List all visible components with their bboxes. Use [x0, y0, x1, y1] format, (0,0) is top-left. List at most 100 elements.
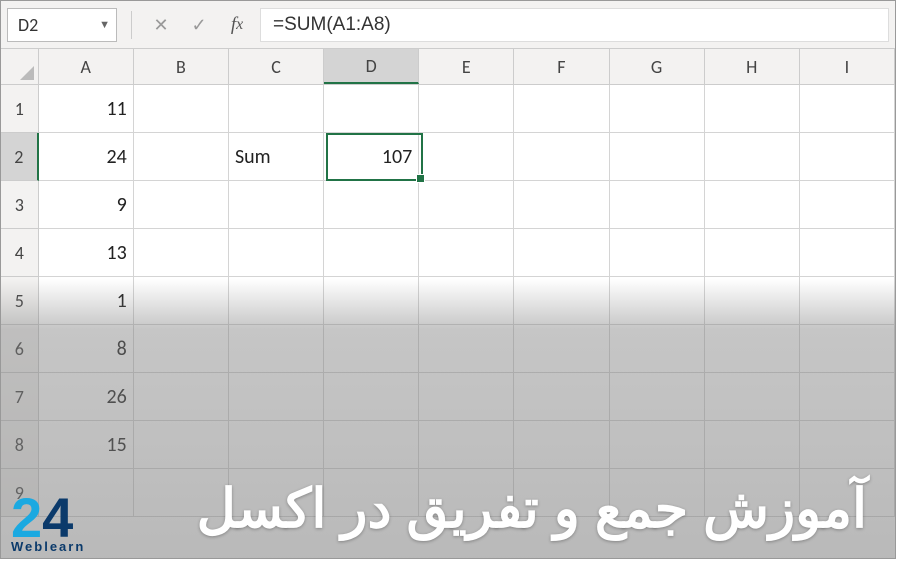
cell-E9[interactable] [419, 469, 514, 517]
cell-E8[interactable] [419, 421, 514, 469]
cell-B4[interactable] [134, 229, 229, 277]
cell-I4[interactable] [800, 229, 895, 277]
cell-B5[interactable] [134, 277, 229, 325]
cell-D3[interactable] [324, 181, 419, 229]
cell-G9[interactable] [610, 469, 705, 517]
row-header-9[interactable]: 9 [1, 469, 39, 517]
cell-D4[interactable] [324, 229, 419, 277]
cell-D1[interactable] [324, 85, 419, 133]
cell-E1[interactable] [419, 85, 514, 133]
cell-H4[interactable] [705, 229, 800, 277]
cell-H5[interactable] [705, 277, 800, 325]
cell-H1[interactable] [705, 85, 800, 133]
cell-G1[interactable] [610, 85, 705, 133]
cancel-icon[interactable]: ✕ [146, 10, 176, 40]
cell-F9[interactable] [514, 469, 609, 517]
cell-B2[interactable] [134, 133, 229, 181]
cell-B1[interactable] [134, 85, 229, 133]
cell-G3[interactable] [610, 181, 705, 229]
cell-B8[interactable] [134, 421, 229, 469]
cell-H7[interactable] [705, 373, 800, 421]
cell-D7[interactable] [324, 373, 419, 421]
cell-H2[interactable] [705, 133, 800, 181]
col-header-H[interactable]: H [705, 49, 800, 84]
insert-function-icon[interactable]: fx [222, 10, 252, 40]
cell-A4[interactable]: 13 [39, 229, 134, 277]
cell-I5[interactable] [800, 277, 895, 325]
cell-C6[interactable] [229, 325, 324, 373]
cell-F2[interactable] [514, 133, 609, 181]
cell-I3[interactable] [800, 181, 895, 229]
cell-F5[interactable] [514, 277, 609, 325]
cell-H8[interactable] [705, 421, 800, 469]
cell-C8[interactable] [229, 421, 324, 469]
formula-input[interactable] [273, 14, 876, 36]
row-header-5[interactable]: 5 [1, 277, 39, 325]
cell-C5[interactable] [229, 277, 324, 325]
cell-F3[interactable] [514, 181, 609, 229]
col-header-A[interactable]: A [39, 49, 134, 84]
col-header-B[interactable]: B [134, 49, 229, 84]
cell-I7[interactable] [800, 373, 895, 421]
cell-I1[interactable] [800, 85, 895, 133]
enter-icon[interactable]: ✓ [184, 10, 214, 40]
row-header-8[interactable]: 8 [1, 421, 39, 469]
cell-F4[interactable] [514, 229, 609, 277]
cell-F7[interactable] [514, 373, 609, 421]
cell-F8[interactable] [514, 421, 609, 469]
cell-C1[interactable] [229, 85, 324, 133]
cell-A8[interactable]: 15 [39, 421, 134, 469]
cell-C9[interactable] [229, 469, 324, 517]
row-header-4[interactable]: 4 [1, 229, 39, 277]
cell-A1[interactable]: 11 [39, 85, 134, 133]
cell-I8[interactable] [800, 421, 895, 469]
cell-C7[interactable] [229, 373, 324, 421]
cell-A3[interactable]: 9 [39, 181, 134, 229]
cell-G8[interactable] [610, 421, 705, 469]
cell-F1[interactable] [514, 85, 609, 133]
cell-G6[interactable] [610, 325, 705, 373]
cell-C2[interactable]: Sum [229, 133, 324, 181]
cell-G2[interactable] [610, 133, 705, 181]
cell-A5[interactable]: 1 [39, 277, 134, 325]
cell-I2[interactable] [800, 133, 895, 181]
cell-D5[interactable] [324, 277, 419, 325]
cell-E6[interactable] [419, 325, 514, 373]
cell-B6[interactable] [134, 325, 229, 373]
chevron-down-icon[interactable]: ▼ [99, 18, 110, 31]
cell-A2[interactable]: 24 [39, 133, 134, 181]
cell-D8[interactable] [324, 421, 419, 469]
cell-E2[interactable] [419, 133, 514, 181]
row-header-6[interactable]: 6 [1, 325, 39, 373]
cell-B7[interactable] [134, 373, 229, 421]
row-header-1[interactable]: 1 [1, 85, 39, 133]
cell-D9[interactable] [324, 469, 419, 517]
cell-I9[interactable] [800, 469, 895, 517]
name-box[interactable]: D2 ▼ [7, 8, 117, 42]
cell-F6[interactable] [514, 325, 609, 373]
col-header-I[interactable]: I [800, 49, 895, 84]
cell-I6[interactable] [800, 325, 895, 373]
cell-G5[interactable] [610, 277, 705, 325]
col-header-G[interactable]: G [610, 49, 705, 84]
cell-E4[interactable] [419, 229, 514, 277]
col-header-C[interactable]: C [229, 49, 324, 84]
cell-C4[interactable] [229, 229, 324, 277]
col-header-D[interactable]: D [324, 49, 419, 84]
cell-B3[interactable] [134, 181, 229, 229]
cell-H6[interactable] [705, 325, 800, 373]
select-all-button[interactable] [1, 49, 39, 84]
cell-E3[interactable] [419, 181, 514, 229]
cell-G7[interactable] [610, 373, 705, 421]
row-header-2[interactable]: 2 [1, 133, 39, 181]
cell-B9[interactable] [134, 469, 229, 517]
cell-D6[interactable] [324, 325, 419, 373]
cell-A9[interactable] [39, 469, 134, 517]
cell-A6[interactable]: 8 [39, 325, 134, 373]
cell-E5[interactable] [419, 277, 514, 325]
cell-C3[interactable] [229, 181, 324, 229]
col-header-F[interactable]: F [514, 49, 609, 84]
cell-H3[interactable] [705, 181, 800, 229]
cell-H9[interactable] [705, 469, 800, 517]
row-header-3[interactable]: 3 [1, 181, 39, 229]
